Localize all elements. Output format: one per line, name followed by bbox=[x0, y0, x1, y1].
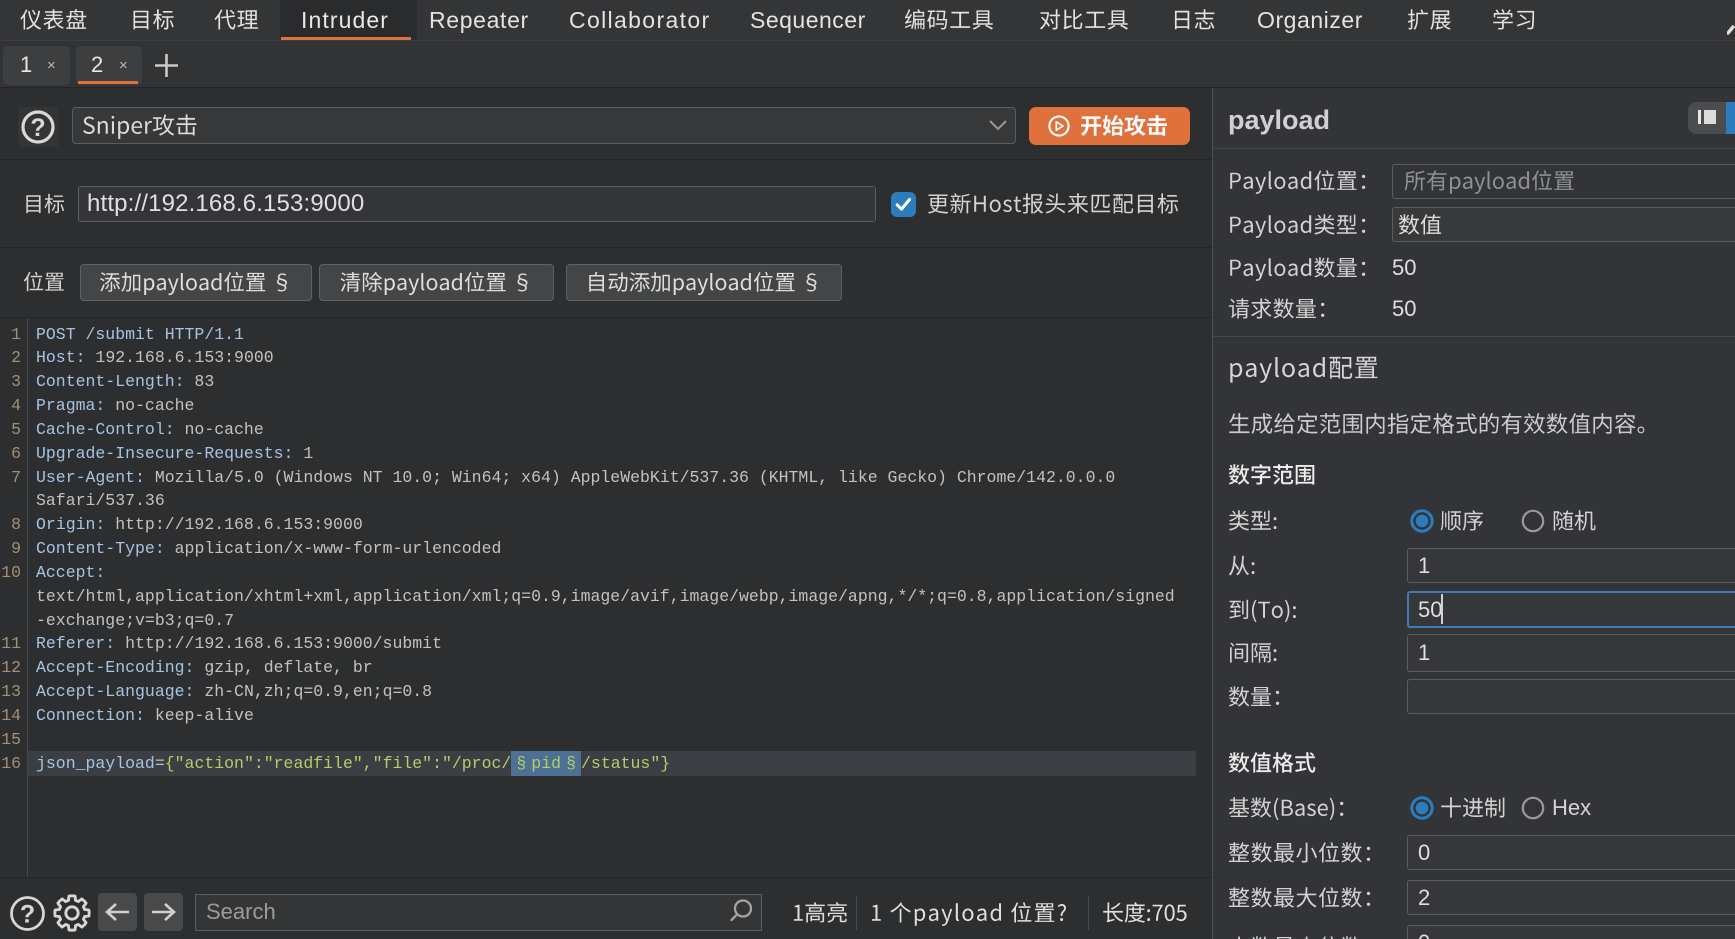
svg-text:?: ? bbox=[30, 114, 45, 142]
svg-text:?: ? bbox=[20, 901, 35, 929]
